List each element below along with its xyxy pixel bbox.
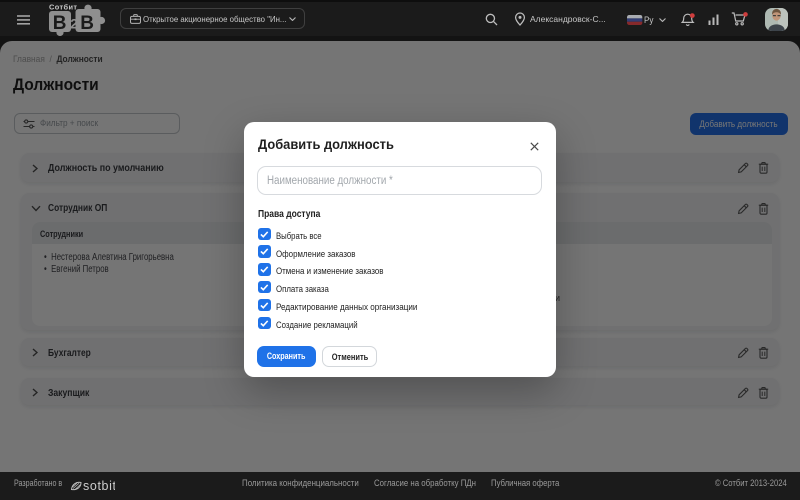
- svg-text:2: 2: [70, 16, 78, 32]
- svg-text:B: B: [53, 13, 67, 34]
- svg-text:B: B: [80, 13, 94, 34]
- svg-text:sotbit: sotbit: [83, 479, 115, 493]
- svg-text:Сотбит: Сотбит: [49, 2, 77, 11]
